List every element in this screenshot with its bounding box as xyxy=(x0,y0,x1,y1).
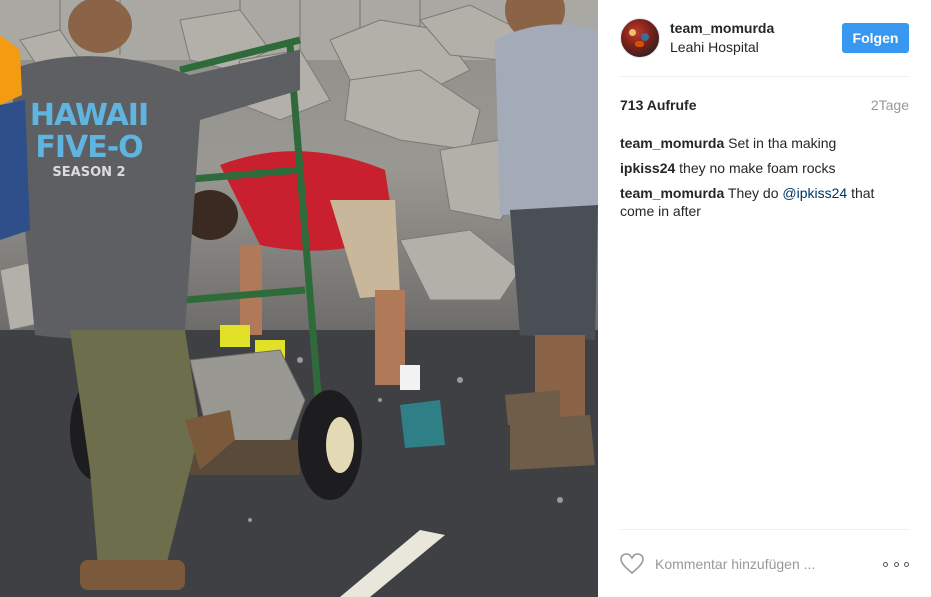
divider xyxy=(620,529,909,530)
comment-list: team_momurda Set in tha making ipkiss24 … xyxy=(620,134,909,227)
comment-input[interactable] xyxy=(655,554,865,574)
post-header: team_momurda Leahi Hospital Folgen xyxy=(620,16,909,60)
shirt-text-line3: SEASON 2 xyxy=(52,165,126,180)
shirt-text-line2: FIVE-O xyxy=(35,130,143,165)
post-photo xyxy=(0,0,598,597)
divider xyxy=(620,76,909,77)
post-sidebar: team_momurda Leahi Hospital Folgen 713 A… xyxy=(598,0,931,597)
avatar[interactable] xyxy=(620,18,660,58)
more-options-icon[interactable] xyxy=(883,557,909,571)
shirt-text-line1: HAWAII xyxy=(29,98,149,133)
heart-icon[interactable] xyxy=(620,553,644,575)
comment-bar xyxy=(620,545,909,581)
comment-author[interactable]: team_momurda xyxy=(620,185,724,201)
comment-author[interactable]: ipkiss24 xyxy=(620,160,675,176)
comment-item: ipkiss24 they no make foam rocks xyxy=(620,159,909,177)
post-age[interactable]: 2Tage xyxy=(871,97,909,113)
shirt-graphic: HAWAII FIVE-O SEASON 2 xyxy=(14,100,164,182)
location-link[interactable]: Leahi Hospital xyxy=(670,39,759,55)
comment-text: They do xyxy=(727,185,783,201)
comment-item: team_momurda They do @ipkiss24 that come… xyxy=(620,184,909,220)
comment-text: Set in tha making xyxy=(728,135,837,151)
mention-link[interactable]: @ipkiss24 xyxy=(782,185,847,201)
view-count: 713 Aufrufe xyxy=(620,97,697,113)
comment-author[interactable]: team_momurda xyxy=(620,135,724,151)
username-link[interactable]: team_momurda xyxy=(670,20,774,36)
comment-item: team_momurda Set in tha making xyxy=(620,134,909,152)
post-media[interactable]: HAWAII FIVE-O SEASON 2 xyxy=(0,0,598,597)
follow-button[interactable]: Folgen xyxy=(842,23,909,53)
comment-text: they no make foam rocks xyxy=(679,160,836,176)
post-stats: 713 Aufrufe 2Tage xyxy=(620,97,909,115)
